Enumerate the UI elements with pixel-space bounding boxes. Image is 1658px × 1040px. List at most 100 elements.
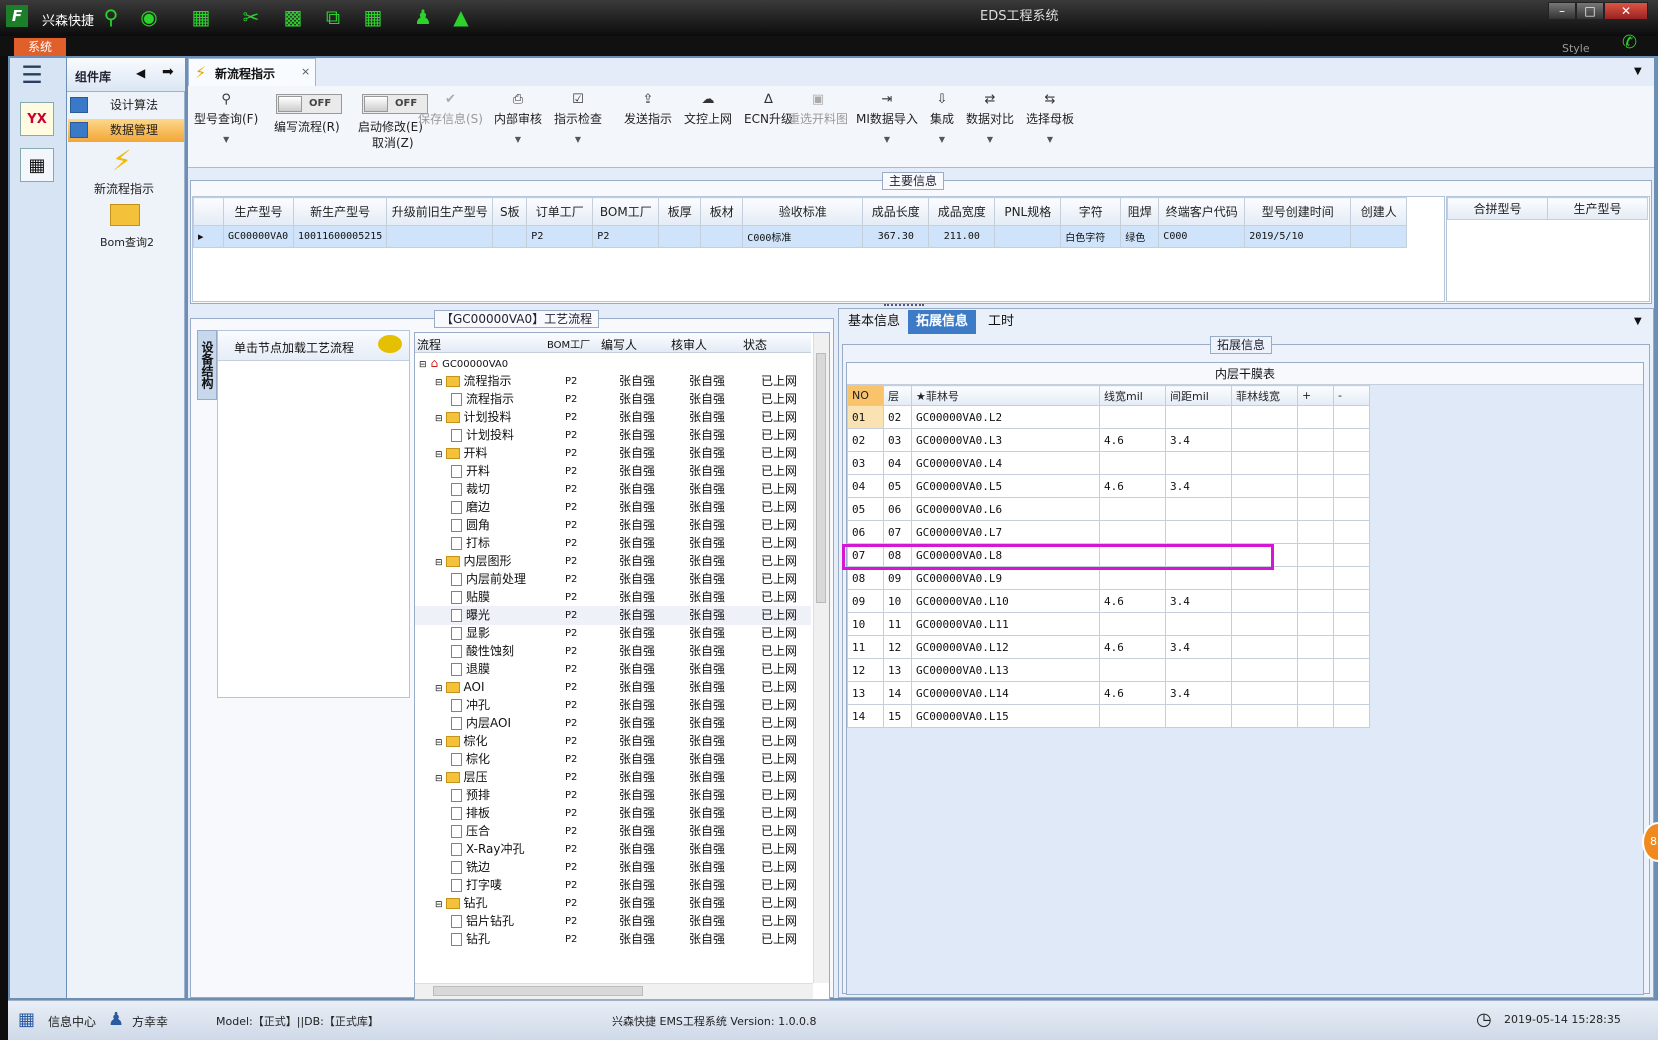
table-cell[interactable] <box>1297 589 1334 613</box>
toolbar-button[interactable]: ▣ 重选开料图 <box>788 92 848 127</box>
tree-node[interactable]: 显影 P2 张自强 张自强 已上网 <box>415 624 811 643</box>
film-icon[interactable]: ▩ <box>282 6 304 28</box>
table-cell[interactable]: 10 <box>847 612 884 636</box>
table-cell[interactable]: P2 <box>526 225 594 248</box>
collapse-icon[interactable]: ⊟ <box>435 774 443 784</box>
column-header[interactable]: 型号创建时间 <box>1244 197 1352 226</box>
table-cell[interactable] <box>1165 520 1232 544</box>
table-cell[interactable] <box>1099 612 1166 636</box>
table-row[interactable]: 13 14 GC00000VA0.L14 4.6 3.4 <box>847 681 1370 705</box>
toolbar-button[interactable]: ∆ ECN升级 <box>744 92 793 127</box>
table-cell[interactable]: 02 <box>883 405 912 429</box>
table-cell[interactable]: 02 <box>847 428 884 452</box>
table-row[interactable]: 02 03 GC00000VA0.L3 4.6 3.4 <box>847 428 1370 452</box>
chevron-down-icon[interactable]: ▼ <box>1026 135 1074 144</box>
tree-horizontal-scrollbar[interactable] <box>415 983 813 999</box>
table-cell[interactable] <box>1165 658 1232 682</box>
table-cell[interactable] <box>1297 704 1334 728</box>
table-cell[interactable] <box>1333 658 1370 682</box>
tree-node[interactable]: 退膜 P2 张自强 张自强 已上网 <box>415 660 811 679</box>
tree-node[interactable]: 内层AOI P2 张自强 张自强 已上网 <box>415 714 811 733</box>
toolbar-button[interactable]: ⎙ 内部审核 ▼ <box>494 92 542 144</box>
chevron-down-icon[interactable]: ▼ <box>194 135 258 144</box>
table-cell[interactable]: GC00000VA0.L4 <box>911 451 1100 475</box>
table-cell[interactable]: 10011600005215 <box>292 225 388 248</box>
bom-query2-label[interactable]: Bom查询2 <box>100 234 154 250</box>
menu-icon[interactable]: ☰ <box>18 63 46 87</box>
search-icon[interactable]: ⚲ <box>100 6 122 28</box>
table-cell[interactable]: GC00000VA0.L10 <box>911 589 1100 613</box>
collapse-icon[interactable]: ⊟ <box>435 900 443 910</box>
column-header[interactable]: 新生产型号 <box>292 197 388 226</box>
column-header[interactable]: S板 <box>492 197 528 226</box>
table-cell[interactable]: 3.4 <box>1165 474 1232 498</box>
info-center-link[interactable]: 信息中心 <box>48 1013 96 1030</box>
tab-extended-info[interactable]: 拓展信息 <box>908 310 977 334</box>
table-cell[interactable] <box>1231 635 1298 659</box>
table-cell[interactable] <box>994 225 1062 248</box>
table-cell[interactable]: 白色字符 <box>1060 225 1122 248</box>
table-cell[interactable]: 05 <box>847 497 884 521</box>
table-cell[interactable] <box>1165 497 1232 521</box>
table-cell[interactable]: 3.4 <box>1165 635 1232 659</box>
table-cell[interactable]: 04 <box>847 474 884 498</box>
table-cell[interactable]: 4.6 <box>1099 681 1166 705</box>
table-cell[interactable]: 11 <box>883 612 912 636</box>
table-row[interactable]: 06 07 GC00000VA0.L7 <box>847 520 1370 544</box>
table-row[interactable]: 04 05 GC00000VA0.L5 4.6 3.4 <box>847 474 1370 498</box>
table-cell[interactable] <box>1231 658 1298 682</box>
table-cell[interactable] <box>1165 704 1232 728</box>
table-cell[interactable]: C000 <box>1158 225 1246 248</box>
tree-node[interactable]: 钻孔 P2 张自强 张自强 已上网 <box>415 930 811 949</box>
component-item-design-algorithm[interactable]: 设计算法 <box>68 94 184 117</box>
tree-node[interactable]: 圆角 P2 张自强 张自强 已上网 <box>415 516 811 535</box>
table-cell[interactable] <box>1099 520 1166 544</box>
table-cell[interactable] <box>1231 520 1298 544</box>
table-row[interactable]: 14 15 GC00000VA0.L15 <box>847 704 1370 728</box>
table-cell[interactable] <box>1297 451 1334 475</box>
table-row[interactable]: ▸ GC00000VA0 10011600005215 P2 P2 C000标准 367.3… <box>193 225 1408 248</box>
table-cell[interactable]: GC00000VA0.L14 <box>911 681 1100 705</box>
column-header[interactable]: 生产型号 <box>1547 197 1648 220</box>
user-icon[interactable]: ♟ <box>412 6 434 28</box>
column-header[interactable]: 升级前旧生产型号 <box>386 197 494 226</box>
tree-node[interactable]: 压合 P2 张自强 张自强 已上网 <box>415 822 811 841</box>
table-cell[interactable]: 3.4 <box>1165 428 1232 452</box>
column-header[interactable]: PNL规格 <box>994 197 1062 226</box>
tree-node[interactable]: ⊟ 开料 P2 张自强 张自强 已上网 <box>415 444 811 463</box>
table-row[interactable]: 01 02 GC00000VA0.L2 <box>847 405 1370 429</box>
table-cell[interactable]: 07 <box>883 520 912 544</box>
column-header[interactable]: + <box>1297 385 1334 406</box>
tree-node[interactable]: 流程指示 P2 张自强 张自强 已上网 <box>415 390 811 409</box>
toolbar-button[interactable]: ⇥ MI数据导入 ▼ <box>856 92 918 144</box>
table-cell[interactable]: 03 <box>883 428 912 452</box>
model-query-button[interactable]: ⚲ 型号查询(F) ▼ <box>194 92 258 144</box>
column-header[interactable]: 终端客户代码 <box>1158 197 1246 226</box>
table-cell[interactable]: 11 <box>847 635 884 659</box>
chevron-down-icon[interactable]: ▼ <box>494 135 542 144</box>
table-cell[interactable] <box>1333 704 1370 728</box>
table-cell[interactable] <box>1297 681 1334 705</box>
write-flow-toggle[interactable]: OFF <box>276 94 342 114</box>
tree-node[interactable]: 裁切 P2 张自强 张自强 已上网 <box>415 480 811 499</box>
collapse-left-icon[interactable]: ◀ <box>136 66 145 80</box>
column-header[interactable]: BOM工厂 <box>592 197 660 226</box>
column-header[interactable]: 层 <box>883 385 912 406</box>
table-cell[interactable]: 12 <box>847 658 884 682</box>
column-header[interactable]: 板厚 <box>658 197 702 226</box>
table-cell[interactable]: GC00000VA0.L5 <box>911 474 1100 498</box>
minimize-button[interactable]: – <box>1548 2 1576 20</box>
chevron-down-icon[interactable]: ▼ <box>966 135 1014 144</box>
tree-column-header[interactable]: BOM工厂 <box>547 336 590 351</box>
tree-node[interactable]: X-Ray冲孔 P2 张自强 张自强 已上网 <box>415 840 811 859</box>
column-header[interactable]: 合拼型号 <box>1447 197 1548 220</box>
table-cell[interactable]: 04 <box>883 451 912 475</box>
table-cell[interactable] <box>1231 612 1298 636</box>
table-cell[interactable] <box>1231 474 1298 498</box>
tree-column-header[interactable]: 状态 <box>743 336 767 353</box>
table-cell[interactable] <box>1297 635 1334 659</box>
chevron-down-icon[interactable]: ▼ <box>1634 316 1642 327</box>
collapse-icon[interactable]: ⊟ <box>435 558 443 568</box>
table-cell[interactable]: 14 <box>883 681 912 705</box>
tab-list-chevron-icon[interactable]: ▼ <box>1634 66 1642 77</box>
